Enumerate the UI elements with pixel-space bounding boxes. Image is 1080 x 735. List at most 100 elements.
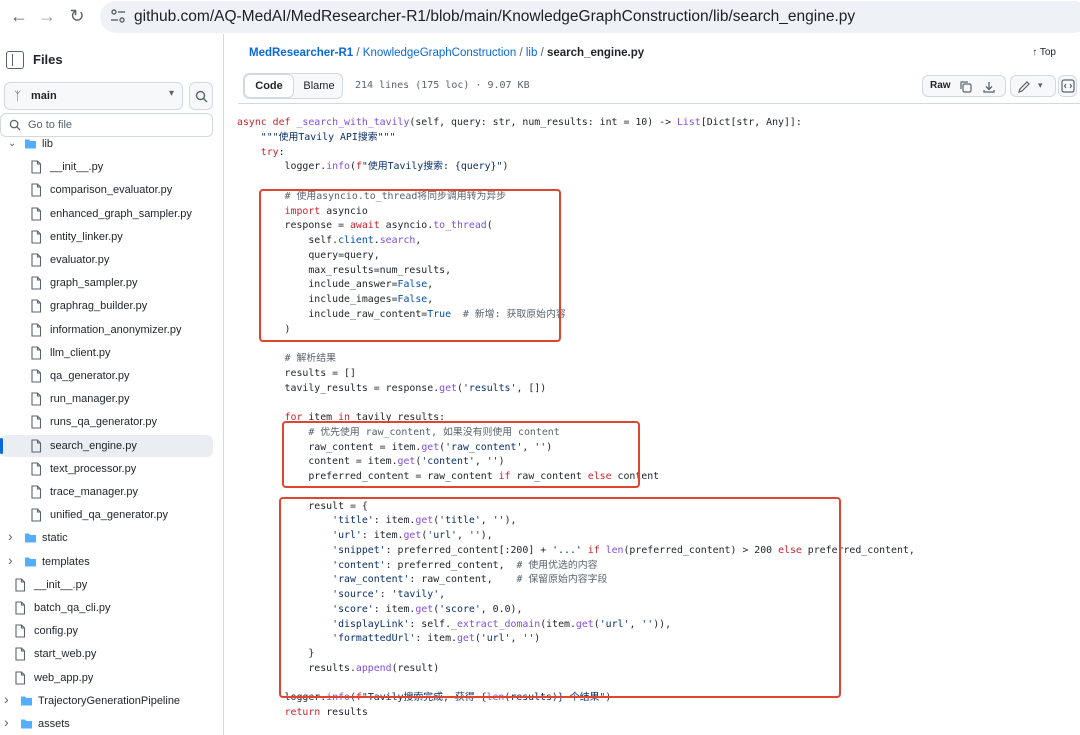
tree-item-label: enhanced_graph_sampler.py [50,207,192,220]
folder-icon [25,557,36,567]
symbols-icon [1061,79,1075,93]
file-view: MedResearcher-R1 / KnowledgeGraphConstru… [225,34,1080,735]
file-icon [31,485,42,499]
search-icon [195,90,208,103]
branch-selector[interactable]: ᛉ main ▾ [4,82,183,110]
chevron-right-icon[interactable]: › [4,714,9,730]
tree-file[interactable]: run_manager.py [0,388,213,410]
tree-item-label: run_manager.py [50,393,130,406]
tree-file[interactable]: __init__.py [0,574,213,596]
code-line: tavily_results = response.get('results',… [237,382,547,394]
reload-icon[interactable]: ↻ [66,5,88,27]
tree-item-label: __init__.py [50,161,104,174]
tree-item-label: information_anonymizer.py [50,323,182,336]
tree-item-label: runs_qa_generator.py [50,416,158,429]
breadcrumb-current-file: search_engine.py [546,47,645,59]
tree-file[interactable]: llm_client.py [0,342,213,364]
tree-file[interactable]: entity_linker.py [0,226,213,248]
symbols-panel-button[interactable] [1058,75,1077,97]
raw-button[interactable]: Raw [930,80,951,91]
breadcrumb-folder-link[interactable]: KnowledgeGraphConstruction [363,47,516,59]
chevron-right-icon[interactable]: › [4,691,9,707]
tree-file[interactable]: web_app.py [0,667,213,689]
tree-file[interactable]: text_processor.py [0,458,213,480]
address-bar[interactable]: github.com/AQ-MedAI/MedResearcher-R1/blo… [100,1,1080,33]
top-label: Top [1039,47,1056,58]
top-button[interactable]: ↑ Top [1032,47,1056,58]
file-icon [31,299,42,313]
tree-item-label: qa_generator.py [50,370,130,382]
files-title: Files [33,52,63,67]
tree-file[interactable]: information_anonymizer.py [0,319,213,341]
file-icon [31,276,42,290]
search-icon [9,119,21,131]
file-icon [15,578,26,592]
tree-folder[interactable]: › TrajectoryGenerationPipeline [0,690,213,712]
tree-folder[interactable]: › templates [0,551,213,573]
tree-item-label: templates [42,555,90,568]
highlight-box-result-dict [279,497,841,698]
highlight-box-async-call [259,189,561,342]
tree-file[interactable]: graph_sampler.py [0,272,213,294]
tree-file[interactable]: comparison_evaluator.py [0,179,213,201]
tree-item-label: graphrag_builder.py [50,300,148,313]
site-settings-icon[interactable] [110,8,126,24]
tree-file[interactable]: runs_qa_generator.py [0,411,213,433]
file-icon [31,230,42,244]
copy-icon[interactable] [958,79,974,95]
tree-item-label: text_processor.py [50,462,137,475]
breadcrumb-subfolder-link[interactable]: lib [526,47,538,59]
tree-item-label: static [42,532,68,545]
file-icon [31,439,42,453]
tree-file[interactable]: __init__.py [0,156,213,178]
tree-file[interactable]: qa_generator.py [0,365,213,387]
tab-code[interactable]: Code [244,74,294,98]
chevron-right-icon[interactable]: › [8,528,13,544]
file-icon [31,323,42,337]
git-branch-icon: ᛉ [14,89,22,103]
tree-file[interactable]: enhanced_graph_sampler.py [0,203,213,225]
search-button[interactable] [189,82,213,110]
file-toolbar: Code Blame 214 lines (175 loc) · 9.07 KB… [238,70,1077,100]
file-icon [31,160,42,174]
tree-file[interactable]: trace_manager.py [0,481,213,503]
download-icon[interactable] [981,79,997,95]
caret-down-icon: ▾ [168,88,174,99]
folder-icon [21,696,32,706]
tree-folder[interactable]: › static [0,527,213,549]
forward-arrow-icon[interactable]: → [36,5,58,27]
file-icon [31,207,42,221]
tree-item-label: graph_sampler.py [50,277,138,290]
tree-file[interactable]: search_engine.py [0,434,213,457]
chevron-down-icon[interactable]: ⌄ [8,138,16,149]
tree-file[interactable]: start_web.py [0,643,213,665]
caret-down-icon[interactable]: ▾ [1038,80,1043,91]
tree-file[interactable]: config.py [0,620,213,642]
file-icon [15,624,26,638]
files-header: Files [0,34,223,80]
folder-icon [25,533,36,543]
pencil-icon[interactable] [1016,79,1032,95]
tree-item-label: assets [38,718,70,730]
chevron-right-icon[interactable]: › [8,552,13,568]
back-arrow-icon[interactable]: ← [8,5,30,27]
breadcrumb-separator: / [540,47,544,59]
tab-blame[interactable]: Blame [296,74,342,98]
tree-folder[interactable]: › assets [0,713,213,735]
tree-item-label: config.py [34,625,79,638]
code-line: # 解析结果 [284,353,336,364]
tree-file[interactable]: batch_qa_cli.py [0,597,213,619]
breadcrumb-repo-link[interactable]: MedResearcher-R1 [249,47,353,59]
tree-file[interactable]: evaluator.py [0,249,213,271]
url-text[interactable]: github.com/AQ-MedAI/MedResearcher-R1/blo… [134,8,855,26]
tree-file[interactable]: unified_qa_generator.py [0,504,213,526]
tree-file[interactable]: graphrag_builder.py [0,295,213,317]
collapse-panel-icon[interactable] [6,51,24,69]
tree-item-label: start_web.py [34,648,97,661]
file-icon [31,369,42,383]
breadcrumb-separator: / [356,47,360,59]
code-line: try: [260,146,285,158]
file-icon [15,671,26,685]
tree-folder[interactable]: ⌄ lib [0,133,213,155]
